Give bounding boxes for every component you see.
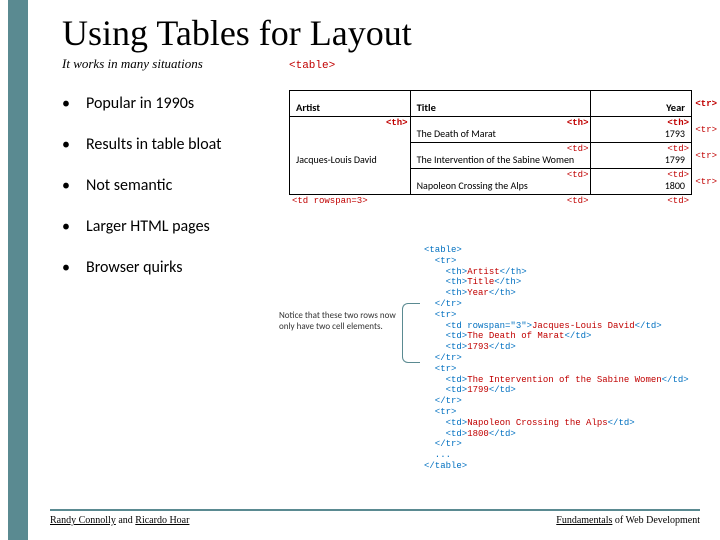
td-title: The Death of Marat<td> bbox=[410, 117, 591, 143]
td-artist-rowspan: Jacques-Louis David<td rowspan=3> bbox=[290, 117, 411, 195]
slide-title: Using Tables for Layout bbox=[62, 12, 692, 54]
footer-right: Fundamentals of Web Development bbox=[556, 515, 700, 526]
table-row: Artist<th> Title<th> Year<th><tr> bbox=[290, 91, 692, 117]
bullet-item: •Popular in 1990s bbox=[62, 94, 277, 113]
td-title: The Intervention of the Sabine Women<td> bbox=[410, 143, 591, 169]
bullet-list: •Popular in 1990s •Results in table bloa… bbox=[62, 90, 277, 299]
td-year: 1793<td><tr> bbox=[591, 117, 692, 143]
note-box: Notice that these two rows now only have… bbox=[279, 310, 399, 333]
diagram: <table> Artist<th> Title<th> Year<th><tr… bbox=[289, 90, 692, 299]
table-row: Jacques-Louis David<td rowspan=3> The De… bbox=[290, 117, 692, 143]
code-block: <table> <tr> <th>Artist</th> <th>Title</… bbox=[424, 245, 689, 472]
tag-table: <table> bbox=[289, 60, 335, 72]
bracket-icon bbox=[402, 303, 420, 363]
th-title: Title<th> bbox=[410, 91, 591, 117]
bullet-item: •Larger HTML pages bbox=[62, 217, 277, 236]
bullet-text: Browser quirks bbox=[86, 258, 183, 277]
bullet-item: •Not semantic bbox=[62, 176, 277, 195]
example-table: Artist<th> Title<th> Year<th><tr> Jacque… bbox=[289, 90, 692, 195]
slide-subtitle: It works in many situations bbox=[62, 56, 692, 72]
bullet-text: Results in table bloat bbox=[86, 135, 222, 154]
td-title: Napoleon Crossing the Alps<td> bbox=[410, 169, 591, 195]
th-year: Year<th><tr> bbox=[591, 91, 692, 117]
bullet-text: Larger HTML pages bbox=[86, 217, 210, 236]
footer: Randy Connolly and Ricardo Hoar Fundamen… bbox=[50, 509, 700, 526]
bullet-item: •Results in table bloat bbox=[62, 135, 277, 154]
td-year: 1800<td><tr> bbox=[591, 169, 692, 195]
th-artist: Artist<th> bbox=[290, 91, 411, 117]
slide: Using Tables for Layout It works in many… bbox=[0, 0, 720, 540]
footer-left: Randy Connolly and Ricardo Hoar bbox=[50, 515, 189, 526]
bullet-item: •Browser quirks bbox=[62, 258, 277, 277]
bullet-text: Not semantic bbox=[86, 176, 172, 195]
td-year: 1799<td><tr> bbox=[591, 143, 692, 169]
bullet-text: Popular in 1990s bbox=[86, 94, 194, 113]
